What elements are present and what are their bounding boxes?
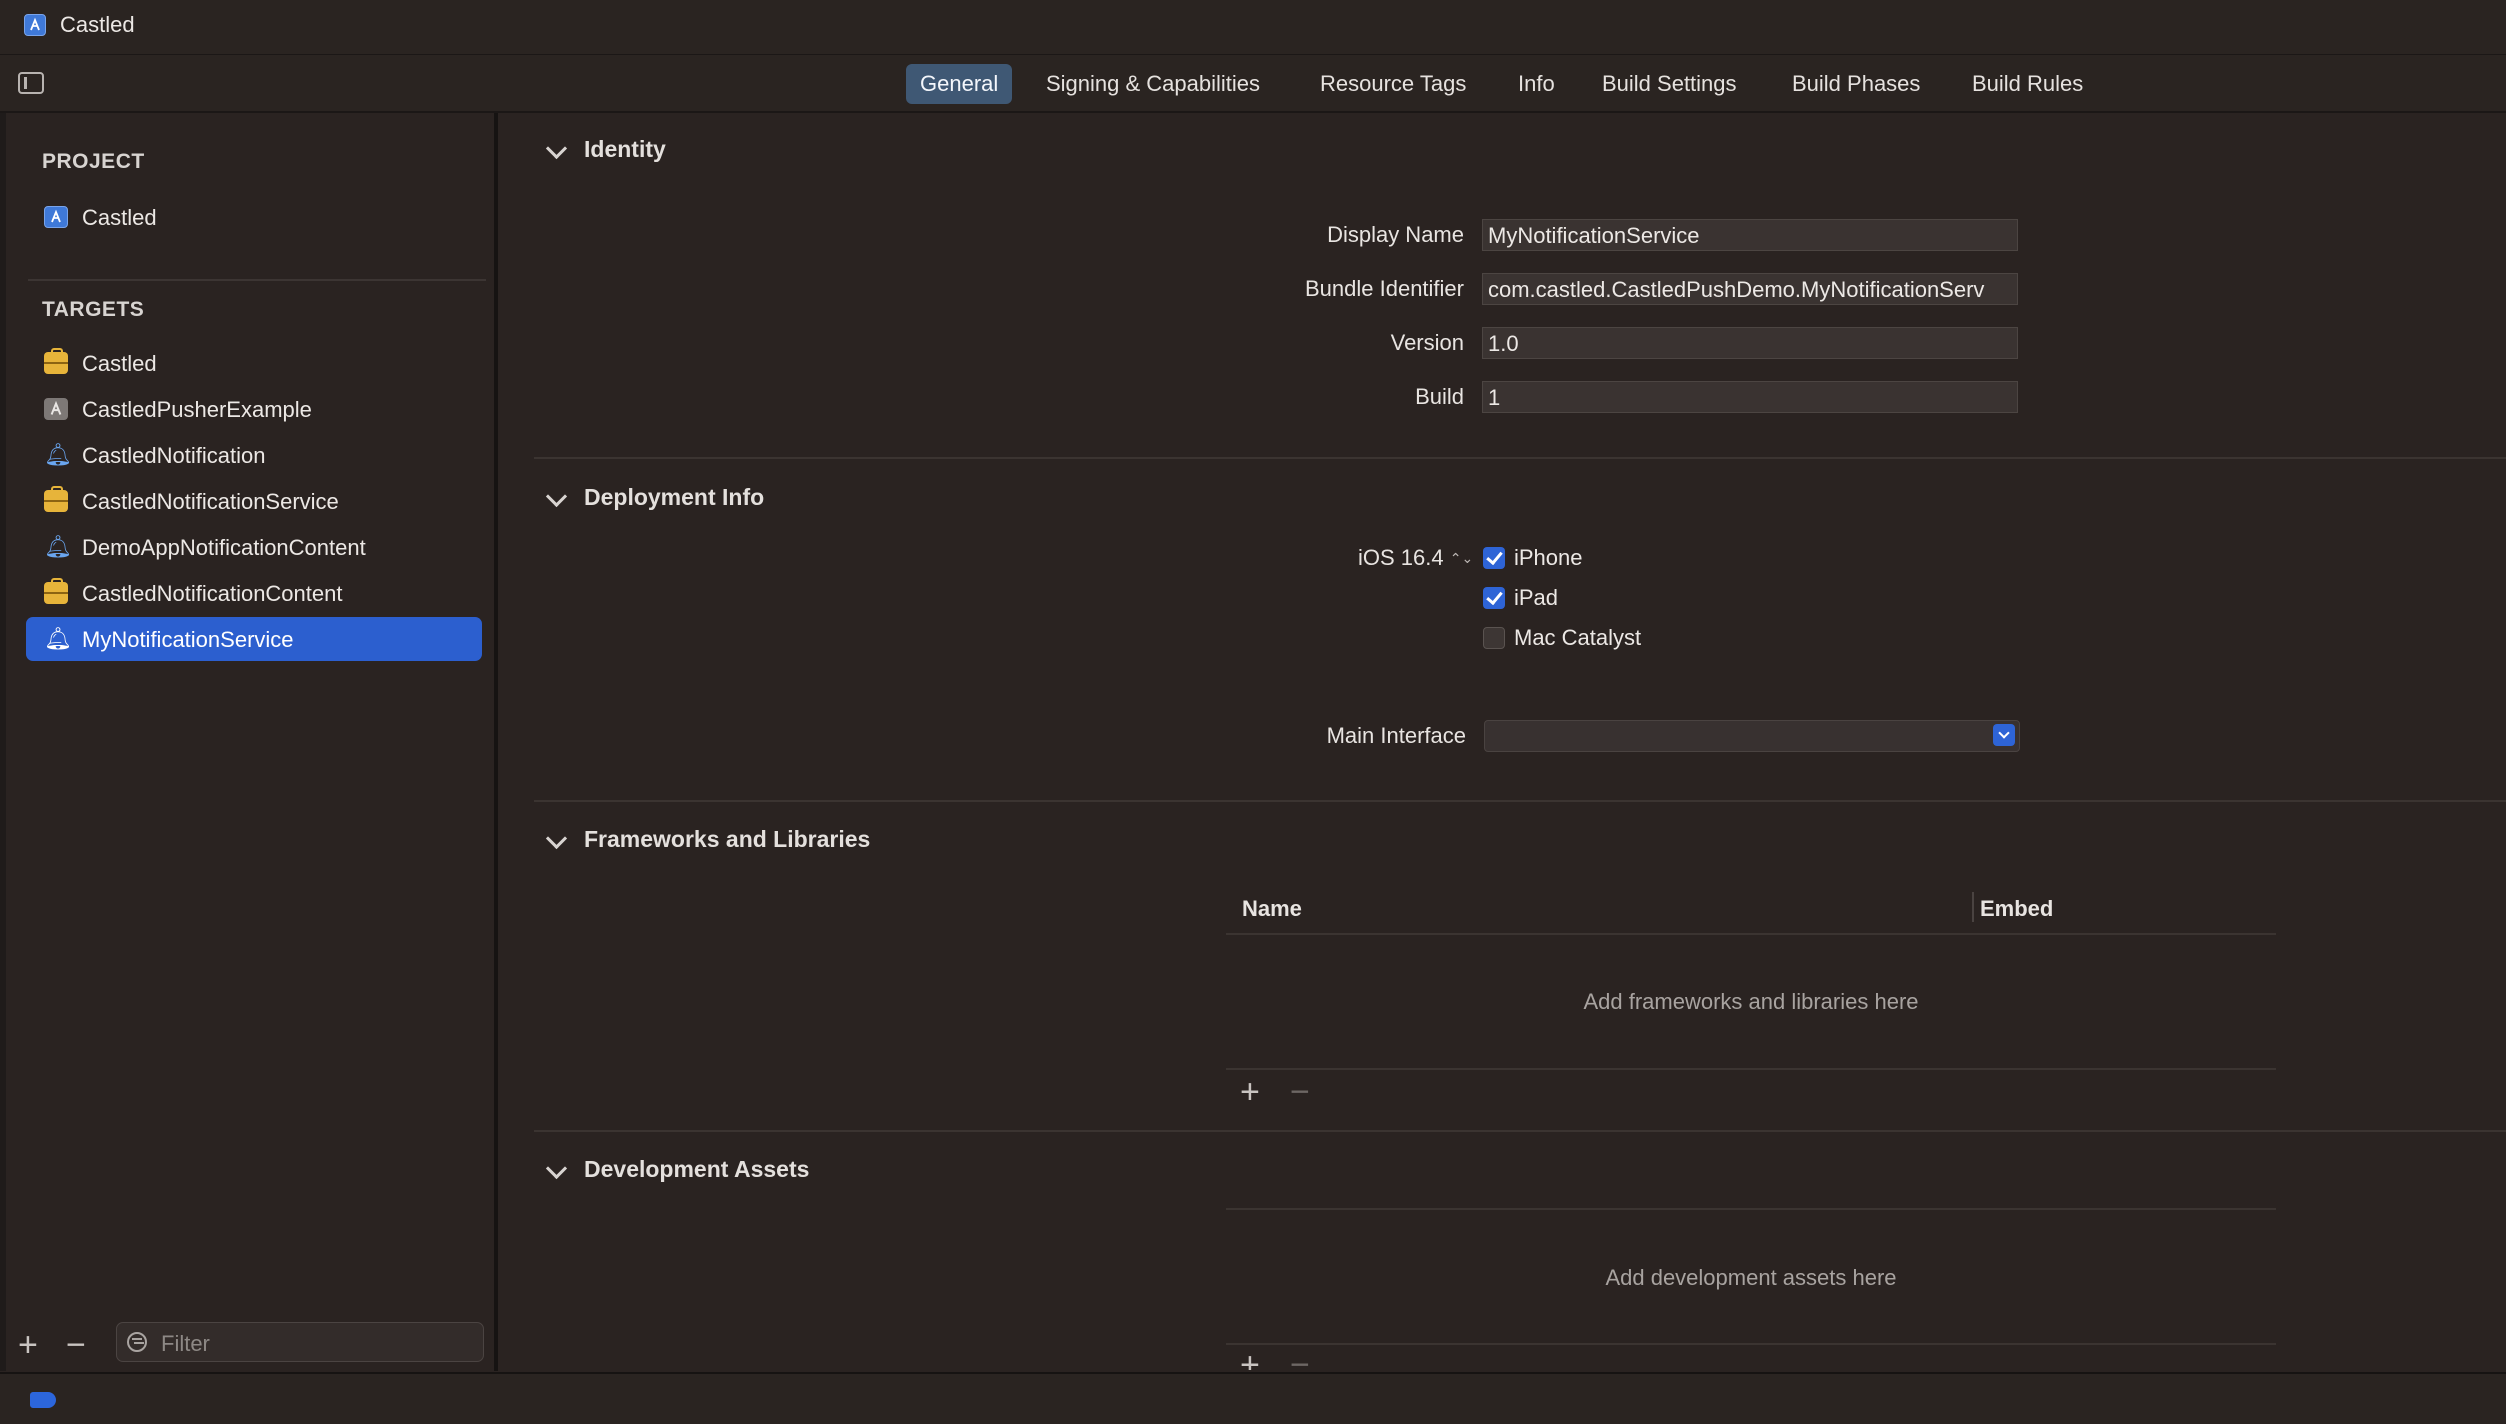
sidebar-item-label: CastledNotification [82,443,266,468]
remove-target-button[interactable]: − [66,1328,86,1362]
sidebar-item-label: CastledPusherExample [82,397,312,422]
tab-build-rules[interactable]: Build Rules [1958,64,2097,104]
tab-resource-tags[interactable]: Resource Tags [1306,64,1480,104]
add-target-button[interactable]: + [18,1328,38,1362]
project-navigator: PROJECT Castled TARGETS Castled CastledP… [6,113,496,1371]
add-framework-button[interactable]: + [1240,1075,1260,1109]
deployment-disclosure-chevron-icon[interactable] [545,485,568,508]
section-divider [534,800,2506,802]
mac-catalyst-label: Mac Catalyst [1514,625,1642,650]
identity-section-title: Identity [584,136,666,162]
main-interface-select[interactable] [1484,720,2020,752]
tab-general[interactable]: General [906,64,1013,104]
dev-assets-section-title: Development Assets [584,1156,810,1182]
sidebar-item-project-castled[interactable]: Castled [26,195,482,239]
project-heading: PROJECT [42,150,145,173]
sidebar-item-label: Castled [82,351,157,376]
window-title: Castled [60,12,135,37]
ipad-label: iPad [1514,585,1559,610]
frameworks-section-title: Frameworks and Libraries [584,826,871,852]
sidebar-item-target-castledpusherexample[interactable]: CastledPusherExample [26,387,482,431]
tag-icon[interactable] [30,1392,56,1408]
display-name-label: Display Name [1327,222,1464,247]
deployment-section-title: Deployment Info [584,484,765,510]
app-icon [44,206,68,228]
sidebar-item-label: MyNotificationService [82,627,294,652]
sidebar-item-target-mynotificationservice[interactable]: 🔔︎ MyNotificationService [26,617,482,661]
filter-field[interactable]: Filter [116,1322,484,1362]
app-icon [44,398,68,420]
table-header-divider [1226,933,2276,935]
frameworks-disclosure-chevron-icon[interactable] [545,827,568,850]
updown-chevron-icon: ⌃⌄ [1449,550,1474,566]
bell-icon: 🔔︎ [44,534,72,559]
ios-version-value: iOS 16.4 [1358,545,1444,570]
sidebar-divider [28,279,486,281]
table-footer-divider [1226,1068,2276,1070]
version-label: Version [1390,330,1464,355]
briefcase-icon [44,578,68,604]
identity-disclosure-chevron-icon[interactable] [545,137,568,160]
tab-signing-capabilities[interactable]: Signing & Capabilities [1032,64,1274,104]
filter-icon [127,1332,147,1352]
dev-assets-disclosure-chevron-icon[interactable] [545,1157,568,1180]
main-interface-label: Main Interface [1326,723,1466,748]
iphone-checkbox[interactable] [1483,547,1505,569]
remove-framework-button[interactable]: − [1290,1075,1310,1109]
status-bar [0,1372,2506,1424]
project-app-icon [24,14,46,36]
frameworks-empty-message: Add frameworks and libraries here [1583,989,1919,1014]
sidebar-split-divider[interactable] [494,113,498,1371]
title-bar: Castled [0,0,2506,56]
briefcase-icon [44,348,68,374]
add-asset-button[interactable]: + [1240,1350,1260,1370]
table-header-divider [1226,1208,2276,1210]
version-field[interactable]: 1.0 [1482,327,2018,359]
bell-icon: 🔔︎ [44,442,72,467]
tab-info[interactable]: Info [1504,64,1569,104]
targets-heading: TARGETS [42,298,145,321]
dev-assets-empty-message: Add development assets here [1605,1265,1897,1290]
ios-version-popup[interactable]: iOS 16.4 ⌃⌄ [1358,545,1473,571]
section-divider [534,457,2506,459]
column-header-name[interactable]: Name [1242,896,1302,922]
sidebar-item-label: Castled [82,205,157,230]
sidebar-item-target-demoappnotificationcontent[interactable]: 🔔︎ DemoAppNotificationContent [26,525,482,569]
sidebar-item-target-castled[interactable]: Castled [26,341,482,385]
briefcase-icon [44,486,68,512]
build-field[interactable]: 1 [1482,381,2018,413]
chevron-down-icon [1993,724,2015,746]
display-name-field[interactable]: MyNotificationService [1482,219,2018,251]
tab-build-phases[interactable]: Build Phases [1778,64,1934,104]
sidebar-item-target-castlednotificationcontent[interactable]: CastledNotificationContent [26,571,482,615]
ipad-checkbox[interactable] [1483,587,1505,609]
frameworks-table-header: Name Embed [1226,886,2276,936]
sidebar-toggle-icon[interactable] [18,72,44,94]
section-divider [534,1130,2506,1132]
sidebar-item-label: DemoAppNotificationContent [82,535,366,560]
bundle-identifier-label: Bundle Identifier [1305,276,1464,301]
sidebar-item-label: CastledNotificationContent [82,581,343,606]
mac-catalyst-checkbox[interactable] [1483,627,1505,649]
column-separator [1972,892,1974,922]
table-footer-divider [1226,1343,2276,1345]
sidebar-item-target-castlednotification[interactable]: 🔔︎ CastledNotification [26,433,482,477]
build-label: Build [1415,384,1464,409]
remove-asset-button[interactable]: − [1290,1350,1310,1370]
bundle-identifier-field[interactable]: com.castled.CastledPushDemo.MyNotificati… [1482,273,2018,305]
editor-tab-bar: General Signing & Capabilities Resource … [0,55,2506,113]
iphone-label: iPhone [1514,545,1583,570]
sidebar-item-target-castlednotificationservice[interactable]: CastledNotificationService [26,479,482,523]
column-header-embed[interactable]: Embed [1980,896,2053,922]
bell-icon: 🔔︎ [44,626,72,651]
tab-build-settings[interactable]: Build Settings [1588,64,1751,104]
sidebar-item-label: CastledNotificationService [82,489,339,514]
filter-placeholder: Filter [161,1331,210,1356]
